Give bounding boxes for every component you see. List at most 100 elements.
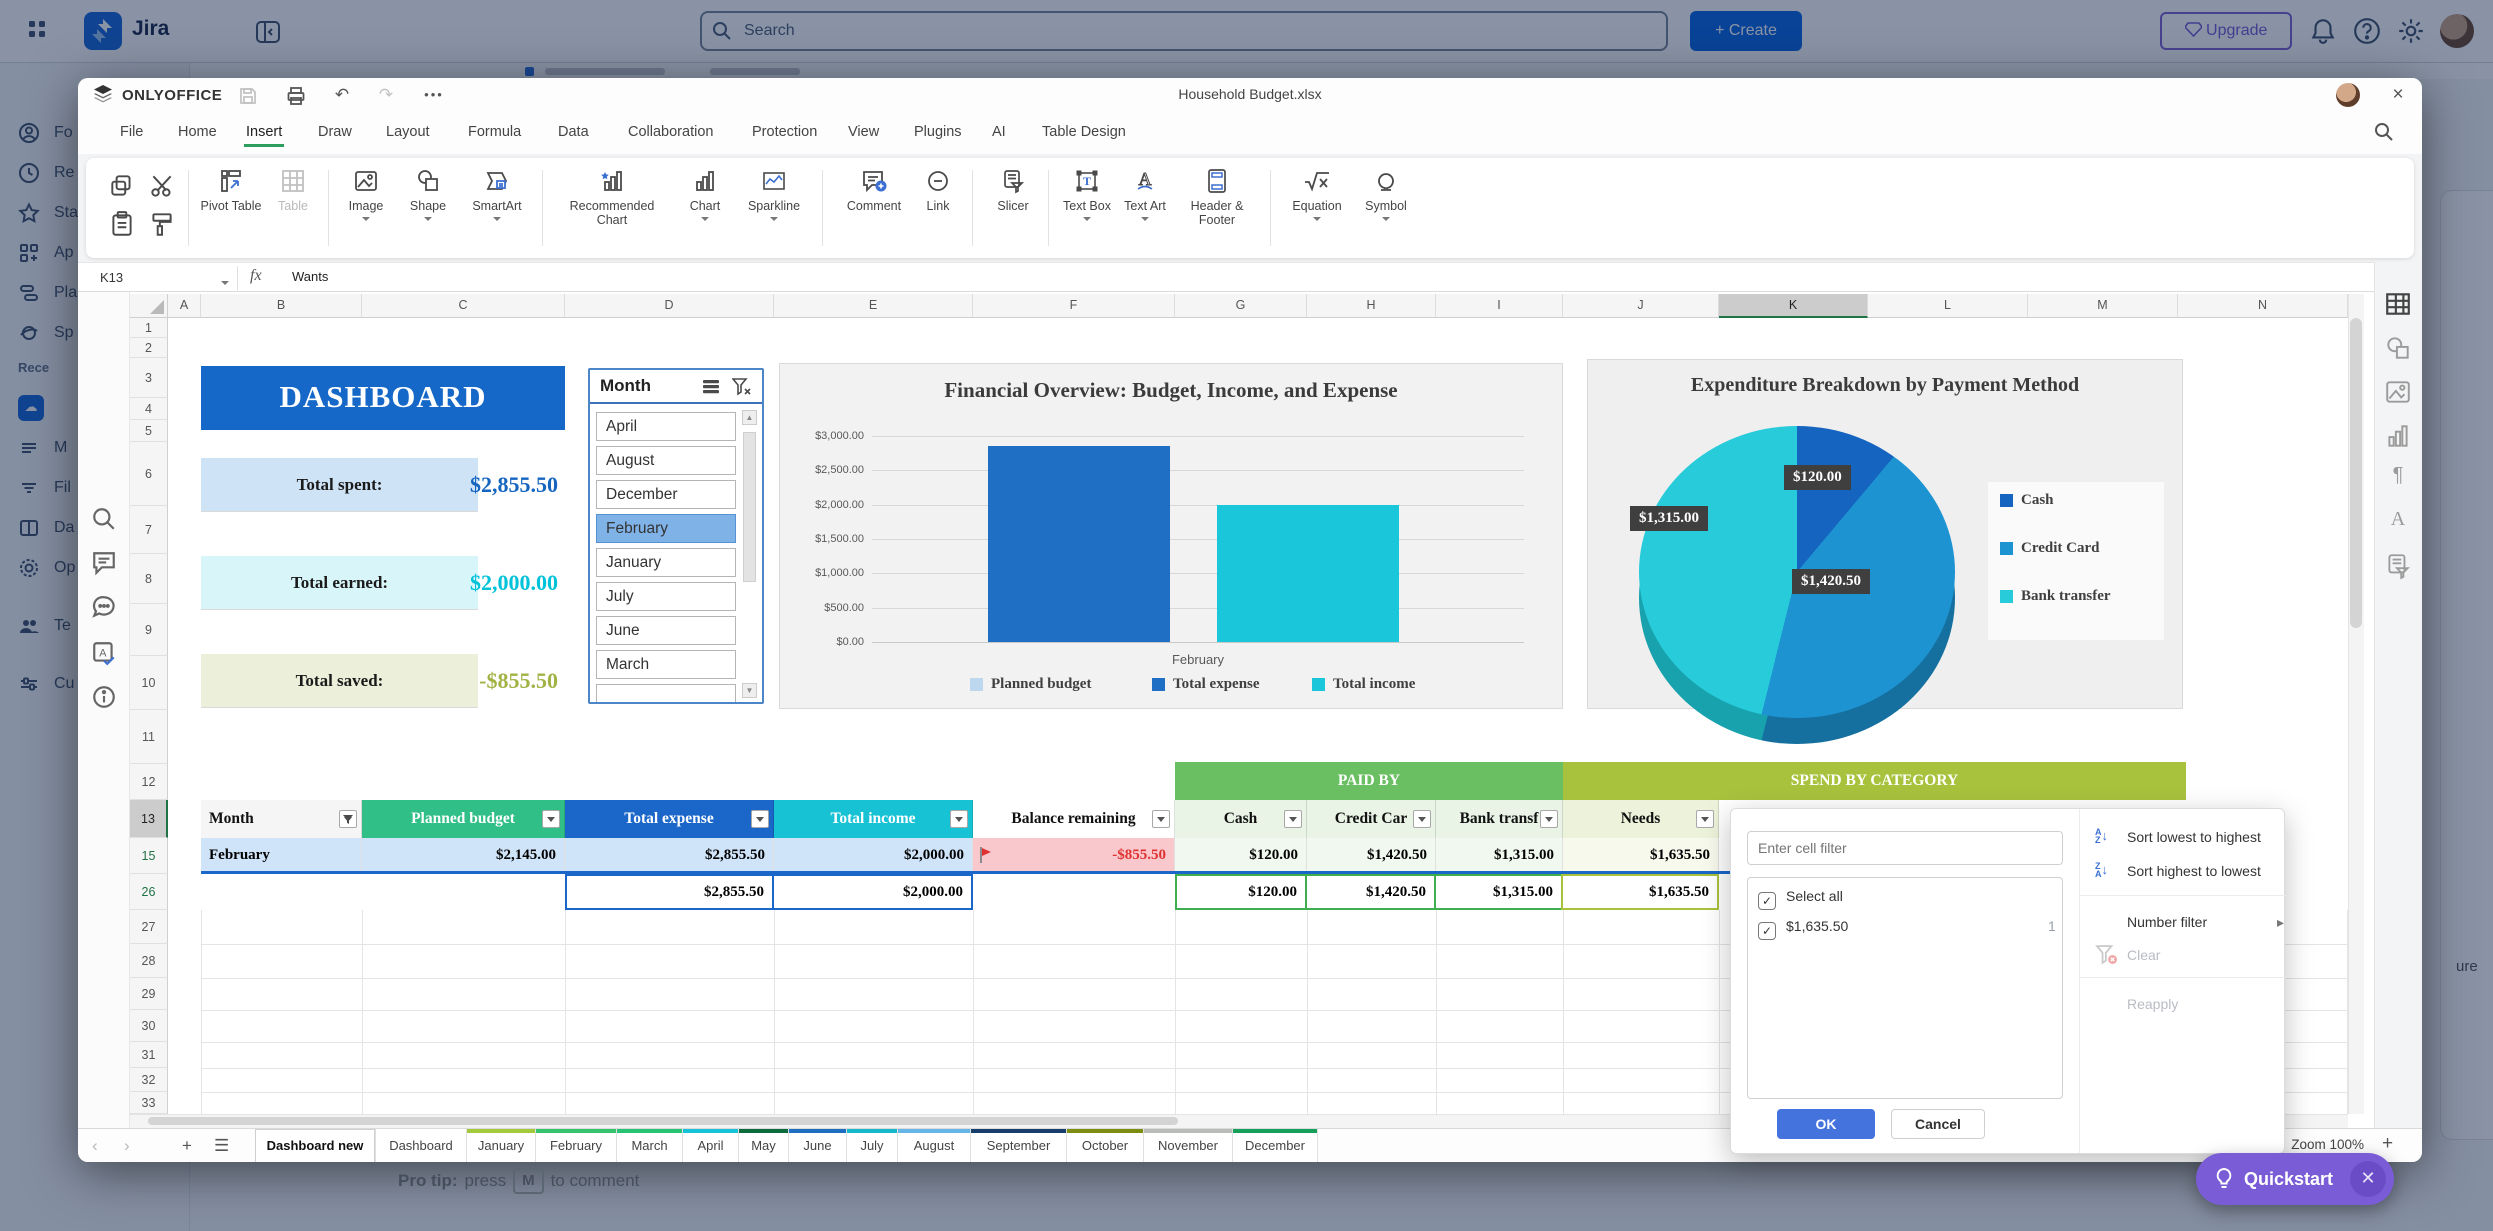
header-balance-remaining[interactable]: Balance remaining [973, 800, 1175, 838]
sort-lowest-item[interactable]: Sort lowest to highest [2127, 824, 2313, 850]
quickstart-close-icon[interactable]: ✕ [2350, 1161, 2386, 1197]
text-box-button[interactable]: T Text Box [1060, 168, 1114, 221]
cell-balance[interactable]: -$855.50 [973, 838, 1175, 874]
cell-expense[interactable]: $2,855.50 [565, 838, 774, 874]
row-header[interactable]: 10 [130, 656, 168, 710]
horizontal-scrollbar-thumb[interactable] [148, 1117, 1178, 1125]
smartart-button[interactable]: SmartArt [462, 168, 532, 221]
chat-panel-icon[interactable] [91, 594, 117, 620]
total-income-dropdown[interactable] [950, 810, 968, 828]
row-header[interactable]: 6 [130, 442, 168, 506]
tab-dashboard-new[interactable]: Dashboard new [255, 1129, 376, 1162]
total-cash-cell[interactable]: $120.00 [1175, 874, 1307, 910]
column-header-f[interactable]: F [973, 294, 1175, 318]
cell-bank[interactable]: $1,315.00 [1436, 838, 1563, 874]
vertical-scrollbar-thumb[interactable] [2350, 318, 2362, 628]
symbol-button[interactable]: Symbol [1358, 168, 1414, 221]
cash-dropdown[interactable] [1284, 810, 1302, 828]
cut-icon[interactable] [148, 172, 176, 200]
reapply-item[interactable]: Reapply [2127, 991, 2313, 1017]
column-header-j[interactable]: J [1563, 294, 1719, 318]
recommended-chart-button[interactable]: Recommended Chart [556, 168, 668, 228]
filter-value-checkbox[interactable]: ✓$1,635.501 [1758, 918, 1848, 940]
column-header-e[interactable]: E [774, 294, 973, 318]
row-header[interactable]: 5 [130, 420, 168, 442]
column-header-i[interactable]: I [1436, 294, 1563, 318]
menu-collaboration[interactable]: Collaboration [626, 120, 715, 144]
tab-july[interactable]: July [847, 1129, 898, 1162]
total-income-bar[interactable] [1217, 505, 1399, 642]
tab-february[interactable]: February [536, 1129, 617, 1162]
slicer-item-april[interactable]: April [596, 412, 736, 441]
comments-panel-icon[interactable] [91, 550, 117, 576]
tab-dashboard[interactable]: Dashboard [376, 1129, 467, 1162]
row-header[interactable]: 32 [130, 1068, 168, 1092]
total-bank-cell[interactable]: $1,315.00 [1434, 874, 1563, 910]
row-header[interactable]: 30 [130, 1010, 168, 1042]
credit-card-dropdown[interactable] [1413, 810, 1431, 828]
menu-data[interactable]: Data [556, 120, 591, 144]
header-credit-card[interactable]: Credit Car [1307, 800, 1436, 838]
tab-october[interactable]: October [1067, 1129, 1144, 1162]
menu-home[interactable]: Home [176, 120, 219, 144]
ok-button[interactable]: OK [1777, 1109, 1875, 1139]
header-month[interactable]: Month [201, 800, 362, 838]
tab-august[interactable]: August [898, 1129, 971, 1162]
image-settings-icon[interactable] [2384, 378, 2412, 406]
menu-protection[interactable]: Protection [750, 120, 819, 144]
copy-icon[interactable] [108, 172, 136, 200]
slicer-item-march[interactable]: March [596, 650, 736, 679]
total-expense-dropdown[interactable] [751, 810, 769, 828]
row-header-13-selected[interactable]: 13 [130, 800, 168, 838]
cell-planned[interactable]: $2,145.00 [362, 838, 565, 874]
slicer-item-january[interactable]: January [596, 548, 736, 577]
clear-filter-item[interactable]: Clear [2127, 942, 2313, 968]
select-all-checkbox[interactable]: ✓Select all [1758, 888, 1843, 910]
month-slicer[interactable]: Month April August December February Jan… [588, 368, 764, 704]
menu-layout[interactable]: Layout [384, 120, 432, 144]
link-button[interactable]: Link [916, 168, 960, 213]
row-header[interactable]: 11 [130, 710, 168, 764]
sort-highest-item[interactable]: Sort highest to lowest [2127, 858, 2313, 884]
bank-transfer-dropdown[interactable] [1540, 810, 1558, 828]
column-header-d[interactable]: D [565, 294, 774, 318]
chart-button[interactable]: Chart [678, 168, 732, 221]
formula-input[interactable]: Wants [292, 269, 328, 284]
info-icon[interactable] [91, 684, 117, 710]
editor-search-icon[interactable] [2374, 122, 2394, 142]
row-header[interactable]: 31 [130, 1042, 168, 1068]
menu-plugins[interactable]: Plugins [912, 120, 964, 144]
header-needs[interactable]: Needs [1563, 800, 1719, 838]
menu-view[interactable]: View [846, 120, 881, 144]
column-header-n[interactable]: N [2178, 294, 2348, 318]
pivot-table-button[interactable]: Pivot Table [198, 168, 264, 213]
tab-march[interactable]: March [617, 1129, 683, 1162]
cell-name-box[interactable]: K13 [92, 266, 238, 290]
sparkline-button[interactable]: Sparkline [738, 168, 810, 221]
slicer-item-august[interactable]: August [596, 446, 736, 475]
next-sheet-icon[interactable]: › [124, 1136, 130, 1156]
chart-settings-icon[interactable] [2384, 422, 2412, 450]
total-needs-cell[interactable]: $1,635.50 [1561, 874, 1719, 910]
paragraph-settings-icon[interactable]: ¶ [2384, 464, 2412, 492]
row-header[interactable]: 33 [130, 1092, 168, 1114]
row-header[interactable]: 27 [130, 910, 168, 944]
paste-icon[interactable] [108, 210, 136, 238]
menu-table-design[interactable]: Table Design [1040, 120, 1128, 144]
column-header-b[interactable]: B [201, 294, 362, 318]
row-header[interactable]: 4 [130, 398, 168, 420]
cancel-button[interactable]: Cancel [1891, 1109, 1985, 1139]
image-button[interactable]: Image [338, 168, 394, 221]
column-header-m[interactable]: M [2028, 294, 2178, 318]
cell-credit[interactable]: $1,420.50 [1307, 838, 1436, 874]
needs-dropdown[interactable] [1696, 810, 1714, 828]
menu-ai[interactable]: AI [990, 120, 1008, 144]
cell-month[interactable]: February [201, 838, 362, 874]
column-header-a[interactable]: A [168, 294, 201, 318]
shape-settings-icon[interactable] [2384, 334, 2412, 362]
row-header[interactable]: 3 [130, 358, 168, 398]
balance-dropdown[interactable] [1152, 810, 1170, 828]
slicer-button[interactable]: Slicer [986, 168, 1040, 213]
slicer-item-june[interactable]: June [596, 616, 736, 645]
sheet-list-icon[interactable]: ☰ [214, 1136, 229, 1156]
